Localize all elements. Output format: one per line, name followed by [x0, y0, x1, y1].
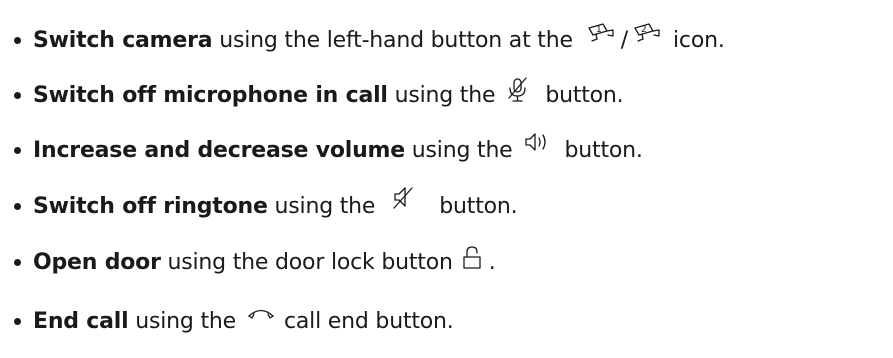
svg-text:2: 2 [641, 25, 647, 35]
item-title: End call [33, 308, 129, 334]
list-item-open-door: Open door using the door lock button . [14, 240, 496, 284]
list-item-end-call: End call using the call end button. [14, 299, 454, 343]
item-title: Switch off microphone in call [33, 82, 388, 108]
door-lock-icon [461, 245, 483, 271]
item-text-end: button. [545, 82, 624, 108]
separator: / [620, 27, 629, 53]
bullet [14, 258, 21, 266]
bullet [14, 202, 21, 210]
camera-2-icon: 2 [633, 22, 663, 44]
item-text-end: icon. [673, 27, 725, 53]
item-text: using the [405, 137, 513, 163]
bullet [14, 91, 21, 99]
list-item-ringtone: Switch off ringtone using the button. [14, 184, 518, 228]
camera-1-icon: 1 [587, 22, 617, 44]
item-text: using the [387, 82, 496, 108]
item-title: Open door [33, 249, 161, 275]
item-text: using the [267, 193, 376, 219]
bullet [14, 317, 21, 325]
item-text-end: call end button. [284, 308, 454, 334]
ringtone-muted-icon [391, 185, 417, 211]
list-item-microphone: Switch off microphone in call using the … [14, 73, 624, 117]
item-text: using the left-hand button at the [212, 27, 573, 53]
item-title: Switch off ringtone [33, 193, 268, 219]
svg-text:1: 1 [596, 25, 602, 35]
item-text: using the [128, 308, 236, 334]
speaker-volume-icon [523, 131, 551, 153]
item-text-end: . [488, 249, 496, 275]
list-item-volume: Increase and decrease volume using the b… [14, 128, 643, 172]
microphone-muted-icon [505, 76, 531, 104]
bullet [14, 146, 21, 154]
list-item-switch-camera: Switch camera using the left-hand button… [14, 18, 725, 62]
item-text: using the door lock button [160, 249, 453, 275]
item-text-end: button. [439, 193, 518, 219]
item-text-end: button. [564, 137, 643, 163]
end-call-icon [246, 305, 276, 321]
instruction-list: Switch camera using the left-hand button… [0, 0, 893, 358]
bullet [14, 36, 21, 44]
item-title: Increase and decrease volume [33, 137, 405, 163]
item-title: Switch camera [33, 27, 213, 53]
